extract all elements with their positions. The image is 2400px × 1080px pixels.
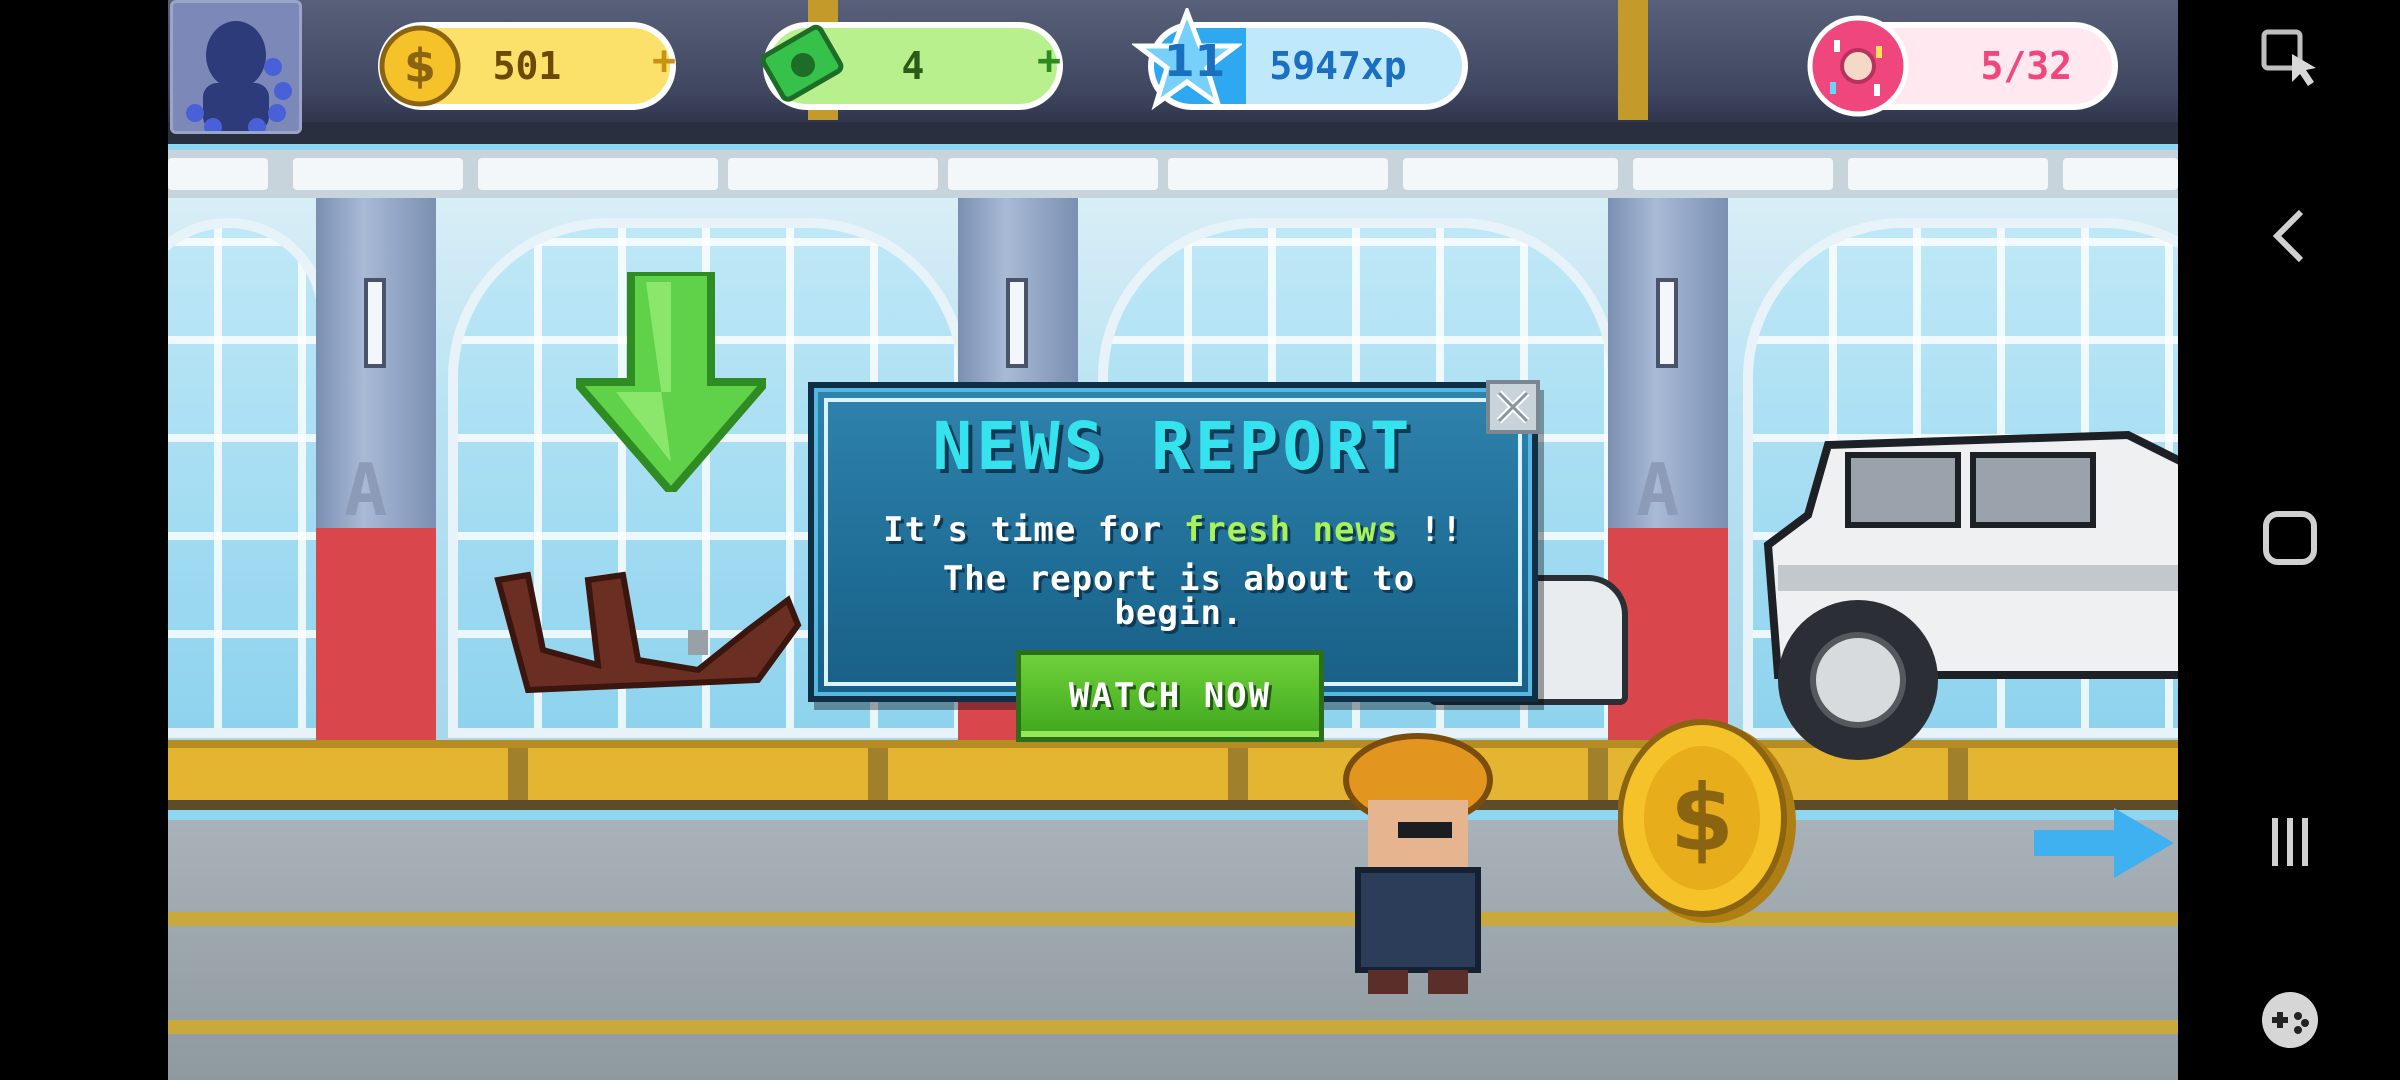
add-coins-plus-icon[interactable]: + bbox=[652, 38, 676, 84]
dollar-coin-icon: $ bbox=[379, 25, 461, 107]
factory-floor bbox=[168, 820, 2178, 1080]
svg-text:$: $ bbox=[1670, 765, 1734, 872]
game-tools-button[interactable] bbox=[2248, 978, 2332, 1062]
close-icon bbox=[1496, 390, 1530, 424]
screenshot-touch-button[interactable] bbox=[2248, 14, 2332, 98]
chevron-left-icon bbox=[2272, 209, 2304, 263]
dialog-line-1-prefix: It’s time for bbox=[883, 510, 1163, 550]
player-avatar[interactable] bbox=[170, 0, 302, 136]
donut-icon bbox=[1807, 15, 1909, 117]
ceiling-lights bbox=[168, 150, 2178, 198]
white-suv-car[interactable] bbox=[1748, 425, 2178, 765]
donut-value: 5/32 bbox=[1980, 44, 2072, 88]
dialog-highlight: fresh news bbox=[1183, 510, 1399, 550]
car-chassis-wreck bbox=[494, 571, 802, 694]
home-button[interactable] bbox=[2248, 496, 2332, 580]
blue-arrow-right-icon[interactable] bbox=[2034, 808, 2174, 878]
add-cash-plus-icon[interactable]: + bbox=[1037, 38, 1061, 84]
cash-bill-icon bbox=[760, 24, 844, 102]
gamepad-icon bbox=[2262, 992, 2318, 1048]
factory-pillar: A bbox=[316, 198, 436, 758]
recents-button[interactable] bbox=[2248, 800, 2332, 884]
dialog-title: NEWS REPORT bbox=[932, 408, 1414, 485]
watch-now-button[interactable]: WATCH NOW bbox=[1016, 650, 1324, 742]
home-square-icon bbox=[2263, 511, 2317, 565]
close-button[interactable] bbox=[1486, 380, 1540, 434]
dialog-line-1-suffix: !! bbox=[1419, 510, 1463, 550]
green-arrow-down-icon bbox=[576, 272, 766, 492]
screenshot-touch-icon bbox=[2261, 29, 2316, 86]
avatar-silhouette-icon bbox=[186, 21, 292, 136]
level-value: 11 bbox=[1164, 36, 1226, 87]
game-scene[interactable]: A A A $ bbox=[168, 0, 2178, 1080]
cash-value: 4 bbox=[901, 44, 925, 88]
system-nav-bar bbox=[2178, 0, 2400, 1080]
dollar-coin-icon[interactable]: $ bbox=[1618, 718, 1798, 928]
svg-text:$: $ bbox=[404, 39, 436, 93]
factory-window bbox=[168, 218, 328, 738]
factory-worker-character[interactable] bbox=[1328, 730, 1508, 1000]
coins-value: 501 bbox=[492, 44, 562, 88]
dialog-line-2: The report is about to begin. bbox=[942, 559, 1416, 633]
back-button[interactable] bbox=[2248, 194, 2332, 278]
recents-icon bbox=[2272, 818, 2308, 866]
dialog-line-1: It’s time for fresh news !! bbox=[814, 510, 1532, 550]
roof-beam bbox=[168, 122, 2178, 144]
xp-value: 5947xp bbox=[1269, 44, 1407, 88]
